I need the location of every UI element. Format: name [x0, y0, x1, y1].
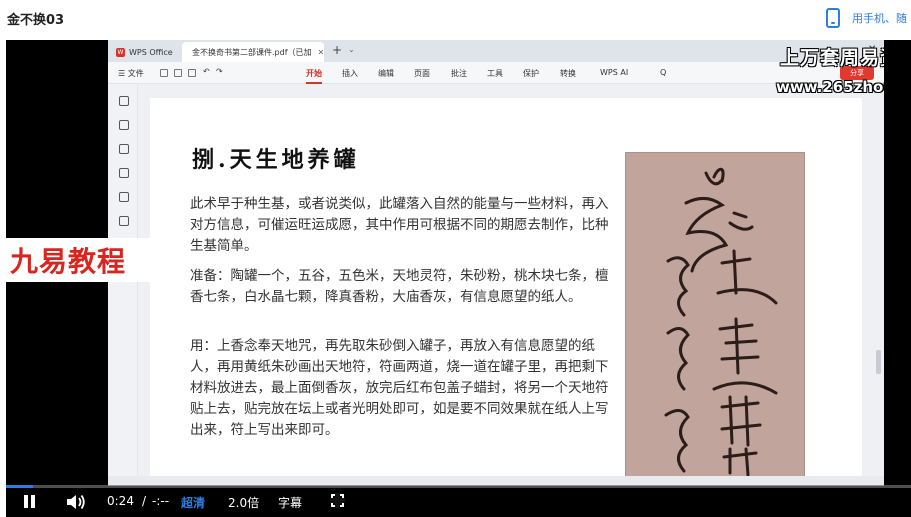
- ribbon-protect[interactable]: 保护: [523, 68, 539, 79]
- speed-button[interactable]: 2.0倍: [228, 494, 259, 511]
- progress-fill: [6, 485, 34, 488]
- redo-icon[interactable]: ↷: [216, 67, 223, 76]
- subtitle-button[interactable]: 字幕: [278, 494, 302, 511]
- slide-title: 捌.天生地养罐: [192, 147, 360, 173]
- thumbnail-icon[interactable]: [119, 144, 129, 154]
- outline-icon[interactable]: [119, 96, 129, 106]
- phone-link[interactable]: 用手机、随: [852, 10, 907, 26]
- ribbon-comment[interactable]: 批注: [451, 68, 467, 79]
- wps-toolbar: ☰ 文件 ↶ ↷ 开始 插入 编辑 页面 批注 工具 保护 转换 WPS AI …: [108, 62, 884, 84]
- watermark-logo: 九易教程: [10, 245, 127, 278]
- talisman-image: [625, 152, 805, 486]
- vertical-scrollbar[interactable]: [876, 350, 881, 374]
- comment-icon[interactable]: [119, 168, 129, 178]
- ribbon-page[interactable]: 页面: [414, 68, 430, 79]
- fullscreen-icon[interactable]: [330, 493, 345, 508]
- active-tab-indicator: [306, 82, 322, 84]
- tab-document-label: 金不换奇书第二部课件.pdf（已加: [192, 47, 312, 57]
- ribbon-start[interactable]: 开始: [306, 68, 322, 79]
- time-total: -:--: [152, 494, 170, 508]
- sign-icon[interactable]: [119, 216, 129, 226]
- ribbon-edit[interactable]: 编辑: [378, 68, 394, 79]
- time-current: 0:24: [107, 494, 134, 508]
- page-header: 金不换03 用手机、随: [0, 0, 911, 38]
- video-screen: W WPS Office 金不换奇书第二部课件.pdf（已加 ✕ + ⌄ ✕ ☰…: [108, 40, 884, 486]
- slide-paragraph-materials: 准备：陶罐一个，五谷，五色米，天地灵符，朱砂粉，桃木块七条，檀香七条，白水晶七颗…: [190, 268, 609, 305]
- time-separator: /: [142, 494, 147, 508]
- wps-tab-bar: W WPS Office 金不换奇书第二部课件.pdf（已加 ✕ + ⌄ ✕: [108, 40, 884, 62]
- bookmark-icon[interactable]: [119, 120, 129, 130]
- video-player[interactable]: W WPS Office 金不换奇书第二部课件.pdf（已加 ✕ + ⌄ ✕ ☰…: [6, 40, 911, 517]
- slide-paragraph-intro: 此术早于种生基，或者说类似，此罐落入自然的能量与一些材料，再入对方信息，可催运旺…: [190, 196, 609, 254]
- chevron-down-icon[interactable]: ⌄: [348, 45, 355, 54]
- tab-wps-office[interactable]: W WPS Office: [110, 42, 180, 62]
- file-menu[interactable]: ☰ 文件: [118, 68, 144, 79]
- tab-close-icon[interactable]: ✕: [318, 48, 325, 57]
- progress-bar[interactable]: [6, 485, 911, 488]
- new-tab-icon[interactable]: +: [332, 43, 342, 57]
- slide-paragraph-usage: 用：上香念奉天地咒，再先取朱砂倒入罐子，再放入有信息愿望的纸人，再用黄纸朱砂画出…: [190, 338, 609, 438]
- slide-page: 捌.天生地养罐 此术早于种生基，或者说类似，此罐落入自然的能量与一些材料，再入对…: [150, 98, 862, 486]
- ribbon-search[interactable]: Q: [660, 68, 666, 77]
- ribbon-tools[interactable]: 工具: [487, 68, 503, 79]
- undo-icon[interactable]: ↶: [203, 67, 210, 76]
- tab-document[interactable]: 金不换奇书第二部课件.pdf（已加 ✕: [182, 42, 324, 62]
- attachment-icon[interactable]: [119, 192, 129, 202]
- player-controls: 0:24 / -:-- 超清 2.0倍 字幕: [6, 485, 911, 517]
- ribbon-insert[interactable]: 插入: [342, 68, 358, 79]
- folder-icon[interactable]: [160, 69, 168, 77]
- phone-icon[interactable]: [826, 8, 840, 28]
- page-title: 金不换03: [7, 13, 65, 28]
- volume-icon[interactable]: [66, 494, 86, 510]
- wps-logo-icon: W: [116, 47, 125, 57]
- tab-wps-label: WPS Office: [129, 47, 173, 57]
- ribbon-convert[interactable]: 转换: [560, 68, 576, 79]
- watermark-title: 上万套周易资料教程: [780, 47, 884, 69]
- save-icon[interactable]: [174, 69, 182, 77]
- print-icon[interactable]: [188, 69, 196, 77]
- quality-button[interactable]: 超清: [181, 494, 205, 511]
- pause-icon[interactable]: [24, 495, 36, 508]
- ribbon-wps-ai[interactable]: WPS AI: [600, 68, 628, 77]
- watermark-url: www.265zhouyiw.com: [776, 78, 884, 96]
